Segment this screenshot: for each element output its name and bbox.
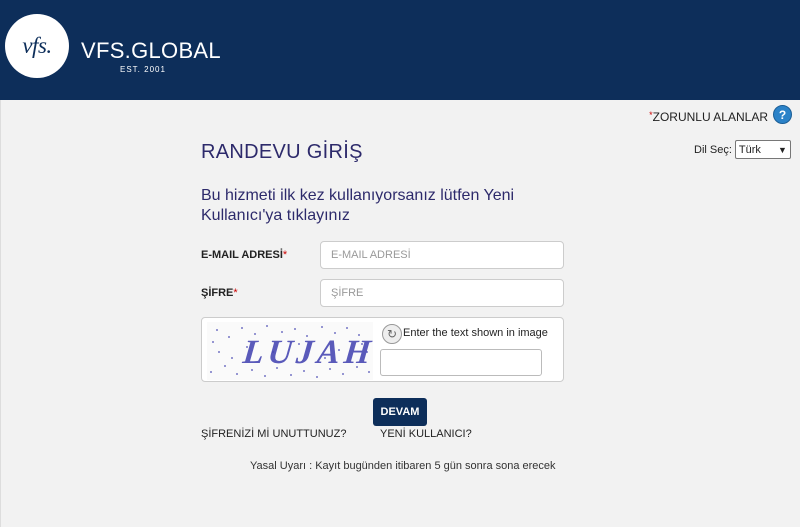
password-placeholder: ŞİFRE	[331, 287, 364, 299]
top-header: vfs. VFS.GLOBAL EST. 2001	[0, 0, 800, 100]
password-label: ŞİFRE*	[201, 287, 238, 299]
refresh-icon[interactable]: ↻	[382, 324, 402, 344]
email-required-star: *	[282, 249, 288, 261]
password-required-star: *	[233, 287, 238, 299]
captcha-text: LUJAH	[241, 334, 373, 371]
required-fields-label: ZORUNLU ALANLAR	[652, 110, 768, 124]
email-label-text: E-MAIL ADRESİ	[201, 249, 283, 261]
brand-est: EST. 2001	[120, 65, 166, 74]
forgot-password-link[interactable]: ŞİFRENİZİ Mİ UNUTTUNUZ?	[201, 428, 346, 440]
email-label: E-MAIL ADRESİ*	[201, 249, 287, 261]
page-title: RANDEVU GİRİŞ	[201, 141, 363, 163]
language-selected: Türk	[738, 143, 761, 156]
chevron-down-icon: ▼	[777, 144, 787, 155]
legal-notice: Yasal Uyarı : Kayıt bugünden itibaren 5 …	[250, 460, 556, 472]
language-select[interactable]: Türk ▼	[734, 140, 791, 159]
password-label-text: ŞİFRE	[201, 287, 234, 299]
language-selector: Dil Seç: Türk ▼	[694, 140, 791, 159]
captcha-input[interactable]	[380, 349, 542, 376]
captcha-image: LUJAH	[207, 322, 373, 380]
help-icon[interactable]: ?	[773, 105, 792, 124]
brand-name: VFS.GLOBAL	[81, 38, 221, 63]
captcha-hint: Enter the text shown in image	[403, 327, 548, 339]
logo-text: vfs.	[22, 33, 52, 58]
info-message: Bu hizmeti ilk kez kullanıyorsanız lütfe…	[201, 187, 515, 224]
language-label: Dil Seç:	[694, 143, 732, 156]
captcha-box: LUJAH ↻ Enter the text shown in image	[201, 317, 564, 382]
email-placeholder: E-MAIL ADRESİ	[331, 249, 411, 261]
new-user-link[interactable]: YENİ KULLANICI?	[380, 428, 472, 440]
password-field[interactable]: ŞİFRE	[320, 279, 564, 307]
required-fields-note: *ZORUNLU ALANLAR	[649, 110, 768, 124]
continue-button[interactable]: DEVAM	[373, 398, 427, 426]
email-field[interactable]: E-MAIL ADRESİ	[320, 241, 564, 269]
vfs-logo: vfs.	[5, 14, 69, 78]
